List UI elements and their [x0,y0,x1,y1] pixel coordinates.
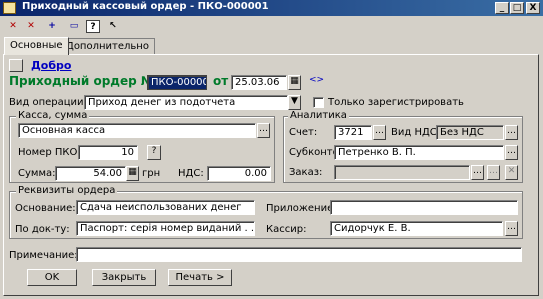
ok-button[interactable]: OK [27,269,77,286]
link-dobro[interactable]: Добро [31,59,71,72]
order-select-button[interactable]: … [471,165,484,180]
vat-type-label: Вид НДС: [391,127,441,138]
cashier-label: Кассир: [266,224,307,235]
operation-label: Вид операции: [9,97,87,108]
vat-label: НДС: [178,168,204,179]
nav-arrows[interactable]: <> [309,75,324,85]
operation-select[interactable]: Приход денег из подотчета [84,95,288,110]
analytics-legend: Аналитика [288,110,349,121]
calculator-icon[interactable]: ▦ [126,166,139,181]
attachment-label: Приложение: [266,203,337,214]
minimize-button[interactable]: _ [495,2,509,14]
currency-label: грн [142,168,161,179]
only-registered-checkbox[interactable] [313,97,324,108]
cashier-select-button[interactable]: … [505,221,518,236]
close-button[interactable]: Закрыть [92,269,156,286]
account-field[interactable]: 3721 [334,125,372,140]
order-list-button[interactable]: … [487,165,500,180]
account-select-button[interactable]: … [373,125,386,140]
subconto-select-button[interactable]: … [505,145,518,160]
title-bar[interactable]: Приходный кассовый ордер - ПКО-000001 _ … [0,0,543,16]
tab-additional[interactable]: Дополнительно [60,38,155,55]
kassa-field[interactable]: Основная касса [18,123,256,138]
by-doc-label: По док-ту: [15,224,70,235]
sum-label: Сумма: [18,168,56,179]
pko-help-button[interactable]: ? [147,145,161,160]
link-icon[interactable] [9,59,23,72]
page-title: Приходный ордер № [9,74,156,88]
date-field[interactable]: 25.03.06 [231,75,287,90]
note-label: Примечание: [9,250,78,261]
vat-type-field[interactable]: Без НДС [436,125,504,140]
reason-label: Основание: [15,203,76,214]
delete-icon[interactable]: ✕ [6,20,20,33]
tab-main[interactable]: Основные [4,37,69,55]
app-icon [3,2,16,14]
cashier-field[interactable]: Сидорчук Е. В. [330,221,503,236]
attachment-field[interactable] [330,200,518,215]
pko-number-label: Номер ПКО: [18,147,81,158]
only-registered-label: Только зарегистрировать [328,97,464,108]
kassa-legend: Касса, сумма [16,110,90,121]
select-icon[interactable]: ↖ [106,20,120,33]
sum-field[interactable]: 54.00 [55,166,126,181]
help-icon[interactable]: ? [86,20,100,33]
date-label: от [213,74,229,88]
delete-mark-icon[interactable]: ✕ [24,20,38,33]
order-label: Заказ: [289,167,323,178]
open-icon[interactable]: ▭ [67,20,81,33]
calendar-button[interactable]: ▦ [288,75,301,90]
requisites-legend: Реквизиты ордера [16,185,118,196]
order-clear-icon[interactable]: ✕ [505,165,518,180]
window-title: Приходный кассовый ордер - ПКО-000001 [22,1,269,12]
note-field[interactable] [76,247,522,262]
account-label: Счет: [289,127,318,138]
new-copy-icon[interactable]: + [45,20,59,33]
operation-dropdown-button[interactable]: ▼ [288,95,301,110]
vat-type-select-button[interactable]: … [505,125,518,140]
pko-number-field[interactable]: 10 [78,145,138,160]
reason-field[interactable]: Сдача неиспользованих денег [76,200,255,215]
subconto-field[interactable]: Петренко В. П. [334,145,504,160]
print-button[interactable]: Печать > [168,269,232,286]
vat-field[interactable]: 0.00 [207,166,271,181]
by-doc-field[interactable]: Паспорт: серія номер виданий . . [76,221,255,236]
order-number-field[interactable]: ПКО-000001 [147,75,207,90]
order-field[interactable] [334,165,470,180]
close-window-button[interactable]: X [526,2,540,14]
maximize-button[interactable]: □ [510,2,524,14]
kassa-select-button[interactable]: … [257,123,270,138]
